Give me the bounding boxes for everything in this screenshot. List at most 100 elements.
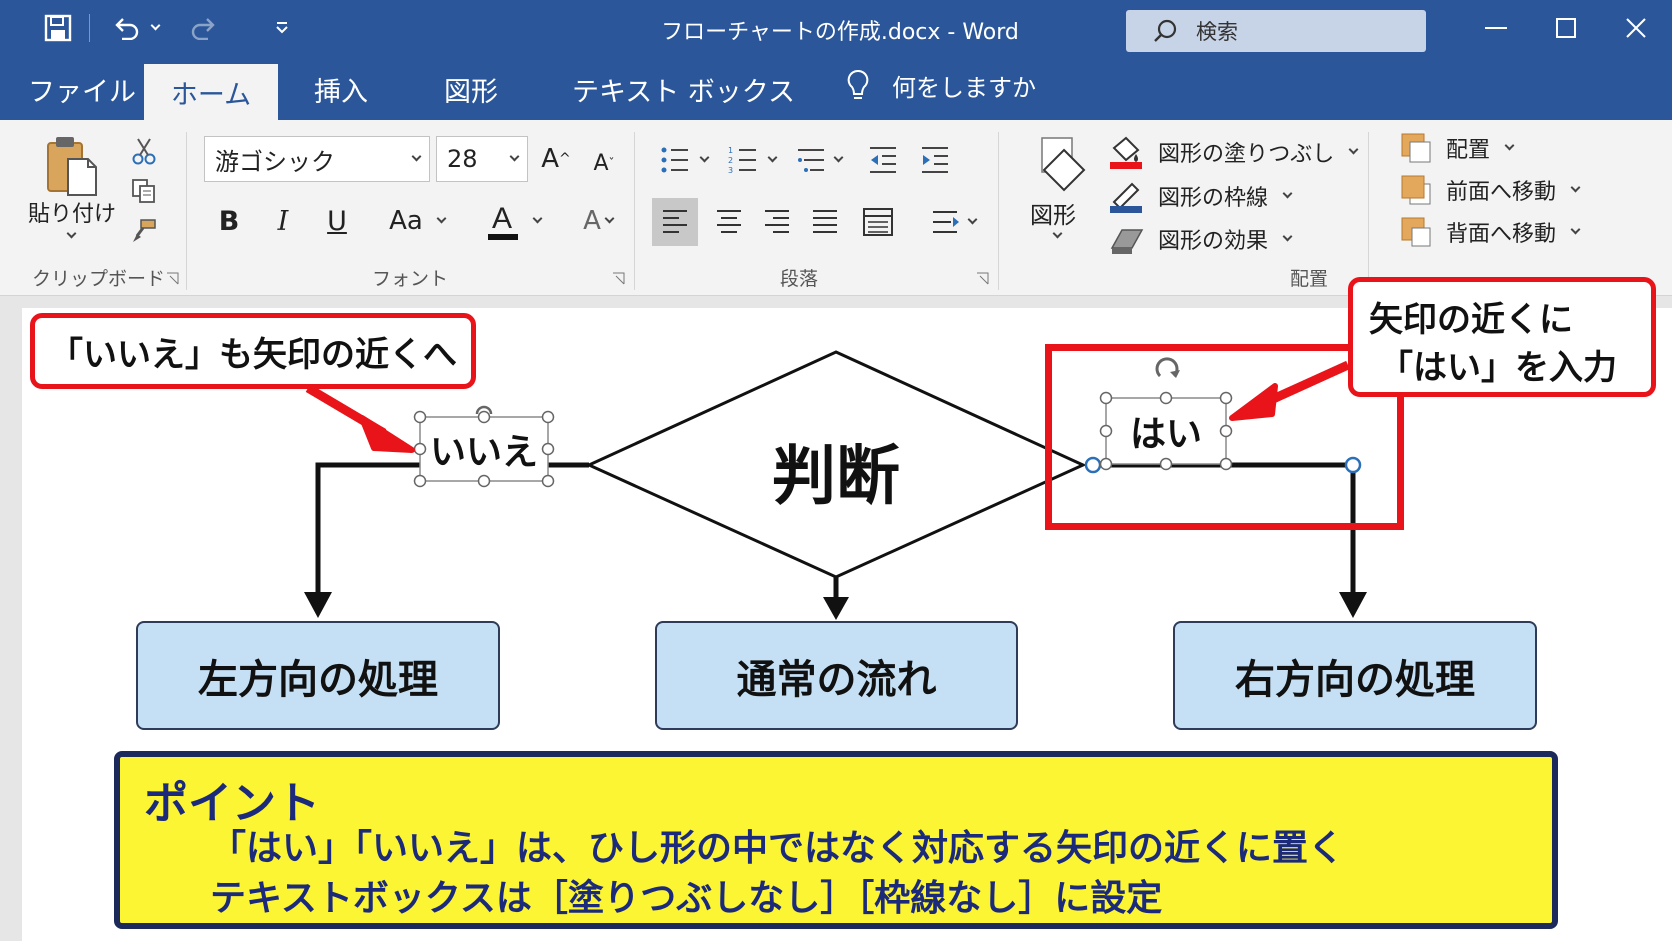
tell-me-label: 何をしますか [892, 74, 1036, 102]
font-size-combo[interactable]: 28 [436, 136, 528, 182]
center-process-box[interactable]: 通常の流れ [655, 621, 1018, 730]
lightbulb-icon [847, 69, 869, 99]
line-spacing-icon[interactable] [928, 198, 964, 246]
font-name-value: 游ゴシック [215, 147, 335, 176]
font-color-icon[interactable]: A [484, 194, 522, 246]
close-button[interactable] [1606, 0, 1666, 56]
clipboard-launcher-icon[interactable] [166, 272, 180, 286]
italic-button[interactable]: I [266, 198, 300, 244]
font-name-dropdown-icon[interactable] [403, 151, 429, 162]
search-box[interactable]: 検索 [1126, 10, 1426, 52]
numbering-icon[interactable]: 123 [726, 140, 760, 180]
increase-indent-icon[interactable] [918, 140, 952, 180]
position-icon [1401, 133, 1431, 163]
redo-icon[interactable] [186, 10, 222, 46]
title-bar: フローチャートの作成.docx - Word 検索 [0, 0, 1672, 56]
font-color-dropdown-icon[interactable] [528, 212, 546, 230]
change-case-button[interactable]: Aa [384, 198, 428, 244]
tab-file[interactable]: ファイル [28, 70, 136, 109]
shape-fill-label: 図形の塗りつぶし [1158, 142, 1335, 167]
underline-button[interactable]: U [320, 198, 354, 244]
undo-icon[interactable] [108, 10, 144, 46]
font-size-value: 28 [447, 145, 478, 173]
text-effects-dropdown-icon[interactable] [600, 212, 618, 230]
font-group-label: フォント [372, 268, 449, 290]
ribbon: 貼り付け クリップボード 游ゴシック 28 A ^ Aˇ B I U Aa A A… [0, 120, 1672, 296]
send-backward-label: 背面へ移動 [1446, 222, 1557, 247]
send-backward-icon [1401, 217, 1431, 247]
no-textbox-label[interactable]: いいえ [420, 417, 548, 481]
multilevel-list-icon[interactable] [794, 140, 828, 180]
tab-text-box[interactable]: テキスト ボックス [572, 70, 795, 109]
bring-forward-label: 前面へ移動 [1446, 180, 1557, 205]
align-left-button[interactable] [652, 198, 698, 246]
right-callout: 矢印の近くに 「はい」を入力 [1348, 277, 1656, 397]
decision-label[interactable]: 判断 [726, 425, 946, 517]
shapes-button-label[interactable]: 図形 [1030, 196, 1076, 230]
cut-icon[interactable] [128, 136, 160, 166]
left-callout: 「いいえ」も矢印の近くへ [30, 313, 476, 389]
yes-textbox-label[interactable]: はい [1106, 398, 1226, 464]
tab-shape[interactable]: 図形 [444, 70, 498, 109]
bullets-icon[interactable] [658, 140, 692, 180]
left-process-box[interactable]: 左方向の処理 [136, 621, 500, 730]
right-process-box[interactable]: 右方向の処理 [1173, 621, 1537, 730]
arrange-group-label: 配置 [1290, 268, 1329, 290]
multilevel-dropdown-icon[interactable] [830, 152, 846, 168]
undo-dropdown-icon[interactable] [146, 10, 164, 46]
paragraph-launcher-icon[interactable] [976, 272, 990, 286]
font-name-combo[interactable]: 游ゴシック [204, 136, 430, 182]
svg-text:3: 3 [728, 166, 733, 175]
font-launcher-icon[interactable] [612, 272, 626, 286]
svg-text:A: A [492, 202, 512, 235]
bring-forward-icon [1401, 175, 1431, 205]
ribbon-tabs: ファイル ホーム 挿入 図形 テキスト ボックス 何をしますか [0, 56, 1672, 120]
point-box: ポイント 「はい」「いいえ」は、ひし形の中ではなく対応する矢印の近くに置く テキ… [114, 751, 1558, 929]
bullets-dropdown-icon[interactable] [696, 152, 712, 168]
shape-fill-button[interactable]: 図形の塗りつぶし [1108, 134, 1359, 170]
tell-me-search[interactable]: 何をしますか [846, 68, 1036, 103]
tab-insert[interactable]: 挿入 [314, 70, 368, 109]
shape-effects-button[interactable]: 図形の効果 [1108, 222, 1293, 256]
svg-text:2: 2 [728, 156, 733, 165]
shape-outline-button[interactable]: 図形の枠線 [1108, 178, 1293, 214]
tab-home[interactable]: ホーム [144, 64, 278, 120]
point-line-2: テキストボックスは［塗りつぶしなし］［枠線なし］に設定 [210, 878, 1163, 919]
paste-icon[interactable] [40, 134, 102, 198]
close-icon [1626, 18, 1646, 38]
save-icon[interactable] [40, 10, 76, 46]
shapes-gallery-icon[interactable] [1036, 134, 1090, 194]
align-center-button[interactable] [708, 198, 750, 246]
decrease-indent-icon[interactable] [866, 140, 900, 180]
distributed-icon[interactable] [856, 198, 900, 246]
point-line-1: 「はい」「いいえ」は、ひし形の中ではなく対応する矢印の近くに置く [210, 828, 1345, 869]
pen-outline-icon [1110, 182, 1142, 213]
search-placeholder: 検索 [1196, 20, 1238, 44]
shapes-dropdown-icon[interactable] [1048, 228, 1066, 244]
numbering-dropdown-icon[interactable] [764, 152, 780, 168]
right-callout-line1: 矢印の近くに [1369, 300, 1573, 340]
grow-font-icon[interactable]: A ^ [538, 136, 574, 182]
bold-button[interactable]: B [212, 198, 246, 244]
customize-toolbar-icon[interactable] [270, 10, 294, 46]
minimize-button[interactable] [1466, 0, 1526, 56]
paint-bucket-icon [1110, 136, 1142, 169]
paragraph-group-label: 段落 [780, 268, 819, 290]
paste-button-label[interactable]: 貼り付け [28, 196, 116, 228]
left-callout-text: 「いいえ」も矢印の近くへ [49, 334, 457, 375]
shape-effects-label: 図形の効果 [1158, 229, 1269, 254]
shrink-font-icon[interactable]: Aˇ [586, 140, 622, 186]
position-button[interactable]: 配置 [1400, 132, 1515, 164]
copy-icon[interactable] [128, 176, 160, 206]
bring-forward-button[interactable]: 前面へ移動 [1400, 174, 1581, 206]
font-size-dropdown-icon[interactable] [501, 151, 527, 162]
position-label: 配置 [1446, 138, 1491, 163]
paste-dropdown-icon[interactable] [62, 228, 80, 244]
format-painter-icon[interactable] [128, 216, 160, 246]
justify-button[interactable] [804, 198, 846, 246]
send-backward-button[interactable]: 背面へ移動 [1400, 216, 1581, 248]
line-spacing-dropdown-icon[interactable] [964, 214, 980, 230]
align-right-button[interactable] [756, 198, 798, 246]
maximize-button[interactable] [1536, 0, 1596, 56]
change-case-dropdown-icon[interactable] [432, 212, 450, 230]
